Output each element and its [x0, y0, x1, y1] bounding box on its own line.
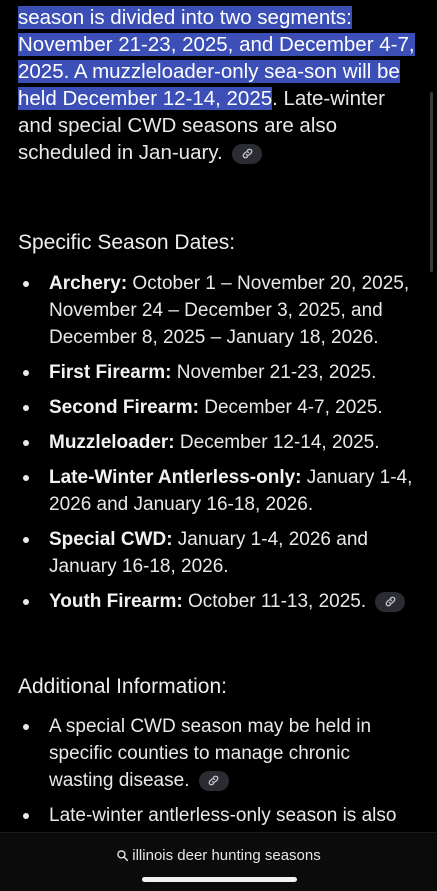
additional-info-heading: Additional Information: [18, 675, 227, 698]
home-indicator[interactable] [142, 877, 297, 882]
bullet-dot [23, 281, 29, 287]
bottom-search-bar: illinois deer hunting seasons [0, 832, 437, 891]
link-icon [385, 597, 396, 607]
list-item: Archery: October 1 – November 20, 2025, … [0, 270, 437, 351]
item-text: November 21-23, 2025. [171, 362, 377, 383]
item-label: First Firearm: [49, 362, 172, 383]
specific-dates-heading: Specific Season Dates: [18, 231, 236, 254]
item-text: December 4-7, 2025. [198, 397, 383, 418]
bullet-dot [23, 370, 29, 376]
link-icon [242, 148, 253, 159]
item-label: Muzzleloader: [49, 432, 175, 453]
bullet-dot [23, 475, 29, 481]
item-label: Youth Firearm: [49, 591, 183, 612]
link-icon [208, 776, 219, 786]
search-query-button[interactable]: illinois deer hunting seasons [0, 847, 437, 864]
additional-info-list: A special CWD season may be held in spec… [0, 713, 437, 829]
intro-paragraph: season is divided into two segments: Nov… [18, 4, 423, 166]
item-label: Archery: [49, 273, 128, 294]
specific-dates-list: Archery: October 1 – November 20, 2025, … [0, 270, 437, 615]
bullet-dot [23, 537, 29, 543]
list-item: Second Firearm: December 4-7, 2025. [0, 394, 437, 421]
source-link-chip[interactable] [198, 770, 229, 791]
screen: season is divided into two segments: Nov… [0, 0, 437, 891]
item-label: Late-Winter Antlerless-only: [49, 467, 302, 488]
list-item: A special CWD season may be held in spec… [0, 713, 437, 794]
list-item: First Firearm: November 21-23, 2025. [0, 359, 437, 386]
item-text: Late-winter antlerless-only season is al… [49, 805, 397, 826]
source-link-chip[interactable] [375, 591, 406, 612]
item-text: October 11-13, 2025. [182, 591, 367, 612]
scrollbar[interactable] [430, 92, 433, 272]
list-item: Youth Firearm: October 11-13, 2025. [0, 588, 437, 615]
item-text: December 12-14, 2025. [174, 432, 380, 453]
source-link-chip[interactable] [232, 143, 263, 164]
bullet-dot [23, 599, 29, 605]
list-item: Muzzleloader: December 12-14, 2025. [0, 429, 437, 456]
item-label: Special CWD: [49, 529, 173, 550]
bullet-dot [23, 813, 29, 819]
list-item: Special CWD: January 1-4, 2026 and Janua… [0, 526, 437, 580]
search-query-text: illinois deer hunting seasons [132, 847, 321, 864]
bullet-dot [23, 724, 29, 730]
bullet-dot [23, 405, 29, 411]
list-item: Late-Winter Antlerless-only: January 1-4… [0, 464, 437, 518]
item-label: Second Firearm: [49, 397, 199, 418]
list-item: Late-winter antlerless-only season is al… [0, 802, 437, 829]
bullet-dot [23, 440, 29, 446]
search-icon [117, 850, 129, 862]
